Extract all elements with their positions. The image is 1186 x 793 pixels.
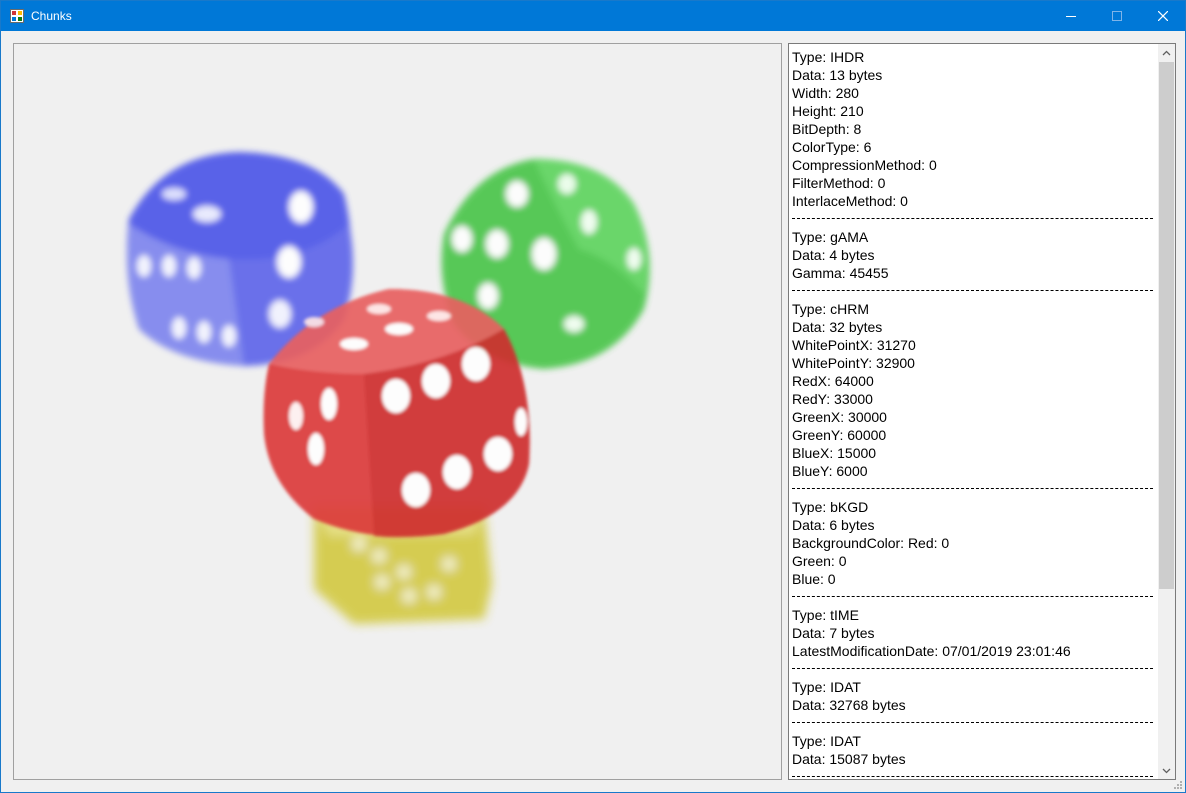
separator-line[interactable] [792, 210, 1153, 228]
list-item[interactable]: Height: 210 [792, 102, 1152, 120]
list-item[interactable]: Data: 32768 bytes [792, 696, 1152, 714]
list-item[interactable]: Type: gAMA [792, 228, 1152, 246]
chunks-window: Chunks Type: IHDR Data: 13 bytes Width: … [0, 0, 1186, 793]
minimize-icon [1066, 16, 1076, 17]
list-item[interactable]: Type: cHRM [792, 300, 1152, 318]
close-icon [1158, 11, 1168, 21]
list-item[interactable]: Data: 13 bytes [792, 66, 1152, 84]
separator-line[interactable] [792, 660, 1153, 678]
dice-image [126, 152, 650, 624]
scroll-up-button[interactable] [1158, 44, 1175, 61]
separator-line[interactable] [792, 588, 1153, 606]
separator-line[interactable] [792, 714, 1153, 732]
list-item[interactable]: InterlaceMethod: 0 [792, 192, 1152, 210]
list-item[interactable]: RedY: 33000 [792, 390, 1152, 408]
chunk-list-content: Type: IHDR Data: 13 bytes Width: 280 Height… [792, 48, 1153, 779]
list-item[interactable]: GreenX: 30000 [792, 408, 1152, 426]
app-icon [10, 9, 24, 23]
list-item[interactable]: WhitePointY: 32900 [792, 354, 1152, 372]
list-item[interactable]: Width: 280 [792, 84, 1152, 102]
list-item[interactable]: RedX: 64000 [792, 372, 1152, 390]
chevron-down-icon [1162, 768, 1171, 773]
maximize-button[interactable] [1094, 1, 1140, 31]
chunk-listbox[interactable]: Type: IHDR Data: 13 bytes Width: 280 Height… [788, 43, 1176, 780]
separator-line[interactable] [792, 282, 1153, 300]
list-item[interactable]: GreenY: 60000 [792, 426, 1152, 444]
list-item[interactable]: Type: bKGD [792, 498, 1152, 516]
list-item[interactable]: Type: tIME [792, 606, 1152, 624]
scrollbar-thumb[interactable] [1159, 62, 1174, 589]
list-item[interactable]: Type: IHDR [792, 48, 1152, 66]
list-item[interactable]: LatestModificationDate: 07/01/2019 23:01… [792, 642, 1152, 660]
list-item[interactable]: Gamma: 45455 [792, 264, 1152, 282]
vertical-scrollbar[interactable] [1158, 44, 1175, 779]
list-item[interactable]: WhitePointX: 31270 [792, 336, 1152, 354]
list-item[interactable]: Data: 4 bytes [792, 246, 1152, 264]
list-item[interactable]: BlueY: 6000 [792, 462, 1152, 480]
list-item[interactable]: Data: 15087 bytes [792, 750, 1152, 768]
list-item[interactable]: Data: 32 bytes [792, 318, 1152, 336]
list-item[interactable]: Data: 6 bytes [792, 516, 1152, 534]
list-item[interactable]: ColorType: 6 [792, 138, 1152, 156]
list-item[interactable]: Type: IDAT [792, 678, 1152, 696]
maximize-icon [1112, 11, 1122, 21]
list-item[interactable]: BackgroundColor: Red: 0 [792, 534, 1152, 552]
title-bar[interactable]: Chunks [1, 1, 1185, 31]
minimize-button[interactable] [1048, 1, 1094, 31]
separator-line[interactable] [792, 768, 1153, 779]
chevron-up-icon [1162, 50, 1171, 55]
resize-grip-icon[interactable] [1171, 778, 1183, 790]
list-item[interactable]: CompressionMethod: 0 [792, 156, 1152, 174]
list-item[interactable]: BitDepth: 8 [792, 120, 1152, 138]
separator-line[interactable] [792, 480, 1153, 498]
list-item[interactable]: Green: 0 [792, 552, 1152, 570]
close-button[interactable] [1140, 1, 1185, 31]
scroll-down-button[interactable] [1158, 762, 1175, 779]
list-item[interactable]: Type: IDAT [792, 732, 1152, 750]
list-item[interactable]: Blue: 0 [792, 570, 1152, 588]
list-item[interactable]: BlueX: 15000 [792, 444, 1152, 462]
list-item[interactable]: Data: 7 bytes [792, 624, 1152, 642]
picture-box [13, 43, 782, 780]
list-item[interactable]: FilterMethod: 0 [792, 174, 1152, 192]
window-title: Chunks [31, 9, 72, 23]
